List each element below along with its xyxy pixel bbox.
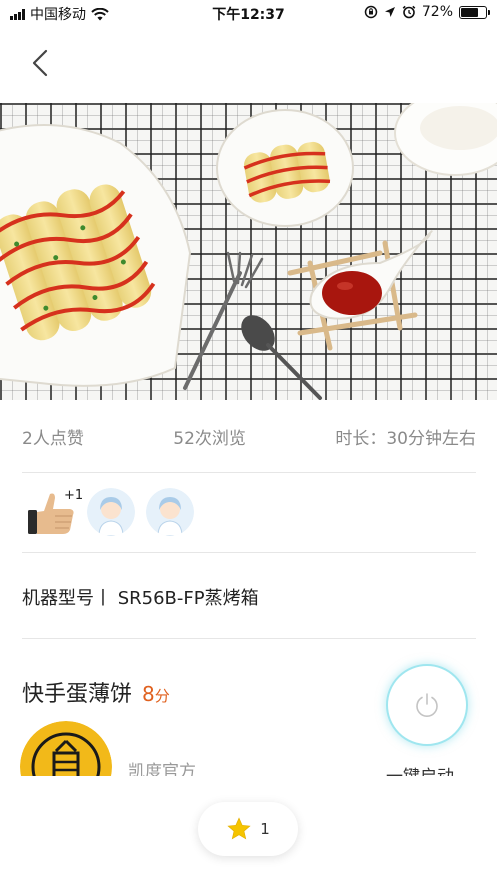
recipe-score: 8分	[142, 682, 170, 706]
machine-model: 机器型号丨 SR56B-FP蒸烤箱	[22, 588, 259, 609]
divider	[22, 638, 476, 639]
like-plus-badge: +1	[64, 488, 84, 503]
status-bar: 中国移动 下午12:37 72%	[0, 0, 497, 26]
recipe-title: 快手蛋薄饼	[22, 682, 133, 707]
back-icon	[32, 49, 48, 77]
battery-percent: 72%	[421, 4, 453, 20]
power-button[interactable]	[386, 664, 468, 746]
lock-rotation-icon	[364, 5, 378, 19]
divider	[22, 472, 476, 473]
user-avatar-icon	[146, 488, 194, 536]
avatar[interactable]	[87, 488, 135, 536]
likes-count: 2人点赞	[22, 429, 84, 449]
avatar[interactable]	[146, 488, 194, 536]
like-button[interactable]: +1	[26, 488, 83, 536]
score-value: 8	[142, 682, 155, 706]
battery-icon	[459, 5, 490, 19]
views-count: 52次浏览	[173, 429, 246, 449]
recipe-photo	[0, 103, 497, 400]
likers-row: +1	[26, 488, 194, 536]
star-icon	[227, 817, 251, 840]
divider	[22, 552, 476, 553]
score-unit: 分	[154, 687, 170, 705]
status-right: 72%	[364, 4, 490, 20]
back-button[interactable]	[24, 46, 58, 80]
battery-fill	[461, 7, 479, 17]
favorite-button[interactable]: 1	[198, 802, 298, 856]
alarm-icon	[402, 5, 416, 19]
location-icon	[384, 7, 395, 17]
recipe-title-row: 快手蛋薄饼 8分	[22, 676, 170, 708]
duration-label: 时长：30分钟左右	[335, 429, 476, 449]
power-icon	[416, 693, 438, 717]
favorite-count: 1	[260, 820, 270, 838]
stats-row: 2人点赞 52次浏览 时长：30分钟左右	[22, 424, 476, 449]
user-avatar-icon	[87, 488, 135, 536]
